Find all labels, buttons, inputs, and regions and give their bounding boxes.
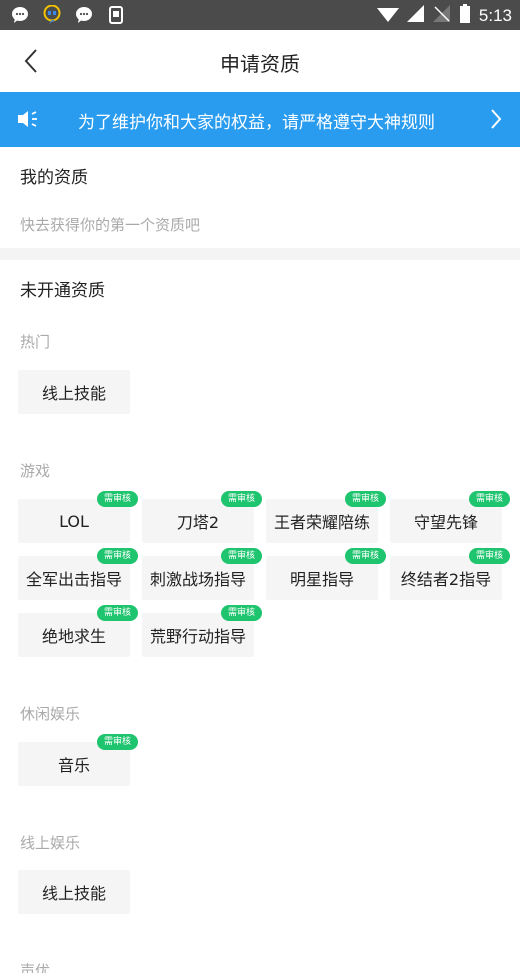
qualification-chip[interactable]: 全军出击指导 需审核 [18, 548, 138, 600]
chip-label: LOL [59, 511, 89, 531]
qualification-chip[interactable]: 王者荣耀陪练 需审核 [266, 491, 386, 543]
review-required-badge: 需审核 [96, 548, 138, 564]
chip-label: 荒野行动指导 [149, 627, 246, 646]
qualification-chip[interactable]: 终结者2指导 需审核 [390, 548, 510, 600]
unopened-qualifications-title: 未开通资质 [20, 281, 105, 301]
battery-icon [459, 4, 471, 28]
chip-label: 线上技能 [41, 884, 106, 903]
chip-label: 线上技能 [41, 384, 106, 403]
phone-icon [106, 5, 126, 25]
qualification-chip[interactable]: 明星指导 需审核 [266, 548, 386, 600]
category-label-online-entertainment: 线上娱乐 [20, 834, 81, 852]
chip-label: 刺激战场指导 [149, 570, 246, 589]
my-qualifications-empty-text: 快去获得你的第一个资质吧 [20, 216, 201, 234]
qualification-chip[interactable]: 线上技能 [18, 370, 130, 414]
category-label-hot: 热门 [20, 333, 51, 351]
speaker-icon [16, 109, 40, 133]
apply-qualification-screen: 5:13 申请资质 为了维护你和大家的权益，请严格遵守大神规则 我的资质 快去获… [0, 0, 520, 973]
review-required-badge: 需审核 [468, 491, 510, 507]
chip-label: 刀塔2 [176, 513, 220, 532]
qualification-chip[interactable]: 绝地求生 需审核 [18, 605, 138, 657]
chip-label: 明星指导 [289, 570, 354, 589]
page-title: 申请资质 [220, 52, 300, 76]
wifi-icon [376, 5, 399, 27]
category-label-games: 游戏 [20, 462, 51, 480]
review-required-badge: 需审核 [220, 605, 262, 621]
review-required-badge: 需审核 [220, 548, 262, 564]
qualification-chip[interactable]: 音乐 需审核 [18, 734, 138, 786]
review-required-badge: 需审核 [468, 548, 510, 564]
review-required-badge: 需审核 [344, 491, 386, 507]
my-qualifications-title: 我的资质 [20, 168, 88, 188]
chat-bubble-icon [74, 5, 94, 25]
chip-label: 终结者2指导 [400, 570, 492, 589]
chip-label: 全军出击指导 [25, 570, 122, 589]
chip-label: 守望先锋 [413, 513, 478, 532]
review-required-badge: 需审核 [96, 491, 138, 507]
qualification-chip[interactable]: 刀塔2 需审核 [142, 491, 262, 543]
chip-label: 王者荣耀陪练 [273, 513, 370, 532]
review-required-badge: 需审核 [96, 734, 138, 750]
chevron-right-icon [490, 108, 502, 134]
status-time: 5:13 [478, 6, 512, 25]
qualification-chip[interactable]: 守望先锋 需审核 [390, 491, 510, 543]
category-label-voice-acting: 声优 [20, 962, 51, 973]
qualification-chip[interactable]: 荒野行动指导 需审核 [142, 605, 262, 657]
review-required-badge: 需审核 [344, 548, 386, 564]
category-label-leisure: 休闲娱乐 [20, 705, 81, 723]
navigation-bar: 申请资质 [0, 30, 520, 92]
review-required-badge: 需审核 [96, 605, 138, 621]
qualification-chip[interactable]: LOL 需审核 [18, 491, 138, 543]
qualification-chip[interactable]: 线上技能 [18, 870, 130, 914]
status-bar: 5:13 [0, 0, 520, 30]
hangouts-icon [42, 5, 62, 25]
review-required-badge: 需审核 [220, 491, 262, 507]
notice-text: 为了维护你和大家的权益，请严格遵守大神规则 [78, 113, 435, 133]
qualification-chip[interactable]: 刺激战场指导 需审核 [142, 548, 262, 600]
signal-icon [406, 5, 425, 27]
chip-label: 音乐 [57, 756, 90, 775]
no-sim-icon [432, 5, 451, 27]
chat-bubble-icon [10, 5, 30, 25]
section-divider [0, 248, 520, 260]
rules-notice-banner[interactable]: 为了维护你和大家的权益，请严格遵守大神规则 [0, 92, 520, 147]
chip-label: 绝地求生 [41, 627, 106, 646]
